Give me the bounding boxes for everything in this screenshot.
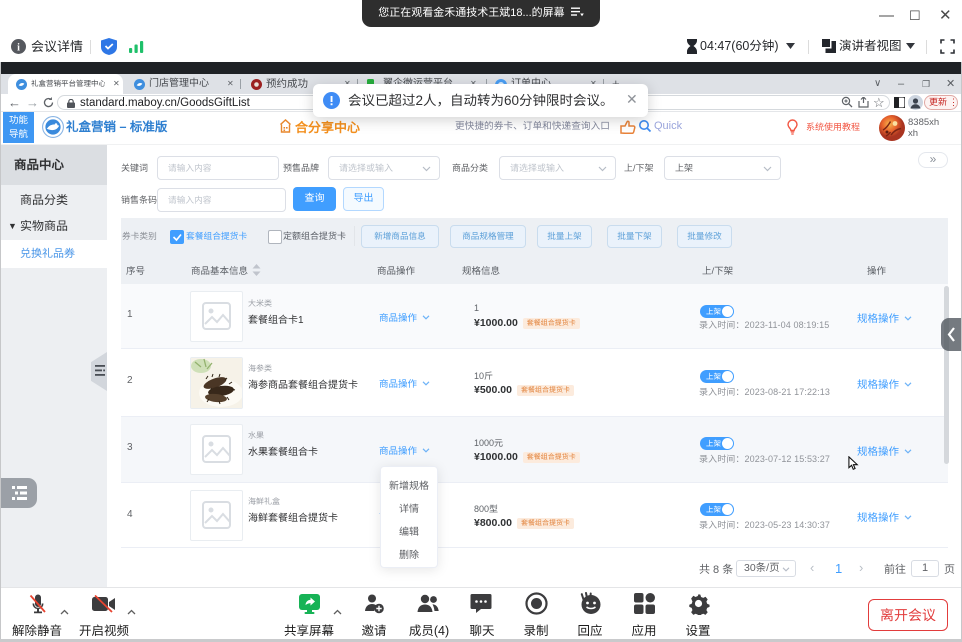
svg-text:i: i [17, 42, 20, 53]
